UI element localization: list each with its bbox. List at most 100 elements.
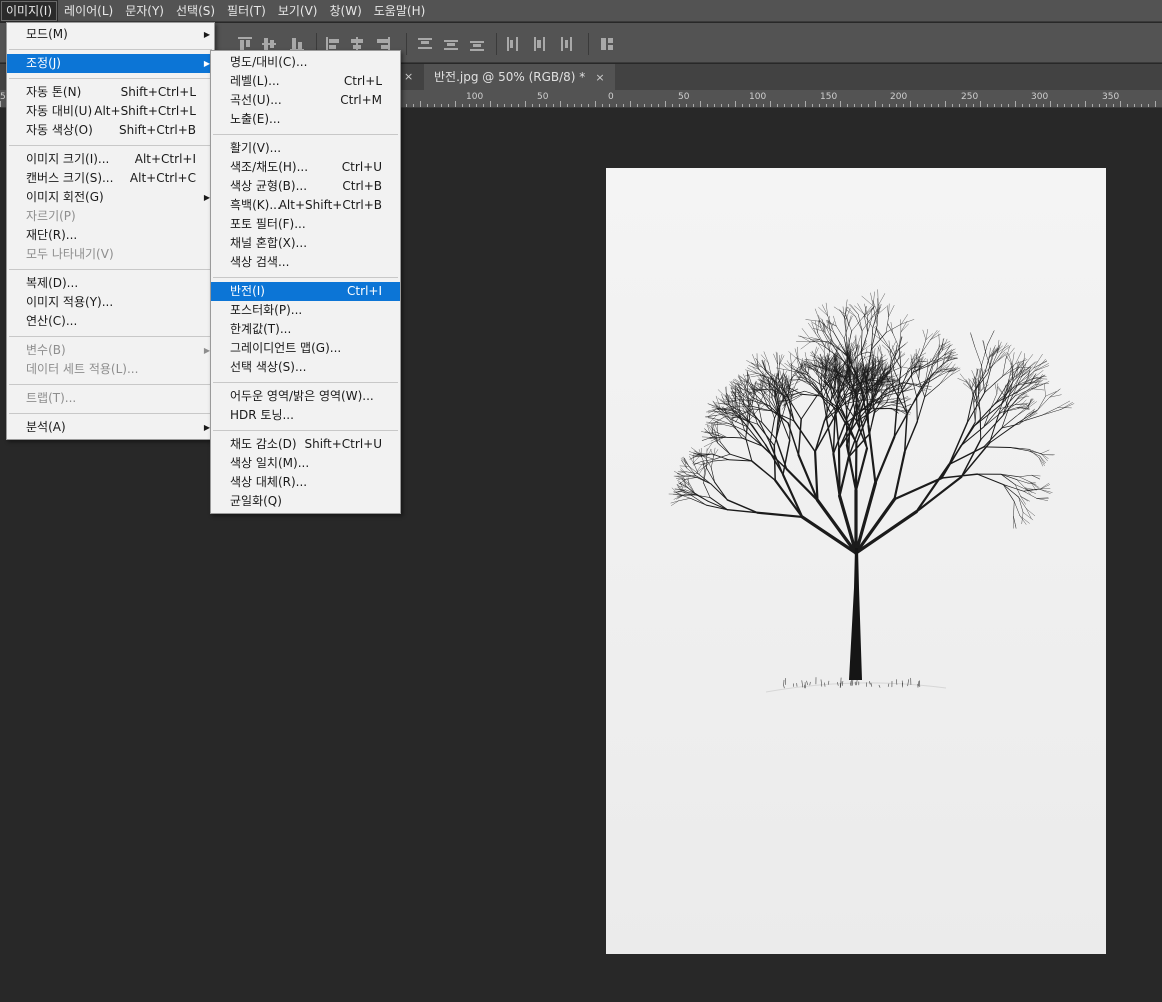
menu-item-analysis[interactable]: 분석(A) ▶ <box>7 418 214 437</box>
distribute-bottom-icon[interactable] <box>470 37 484 51</box>
ruler-tick <box>770 101 771 107</box>
distribute-vcenter-icon[interactable] <box>444 37 458 51</box>
ruler-tick <box>1155 101 1156 107</box>
ruler-tick <box>742 104 743 107</box>
menu-item-calculations[interactable]: 연산(C)... <box>7 312 214 331</box>
distribute-top-icon[interactable] <box>418 37 432 51</box>
ruler-tick <box>980 101 981 107</box>
document-tab-label: 반전.jpg @ 50% (RGB/8) * <box>434 70 586 84</box>
align-right-icon[interactable] <box>376 37 390 51</box>
ruler-tick <box>525 101 526 107</box>
menu-item-levels[interactable]: 레벨(L)... Ctrl+L <box>211 72 400 91</box>
menu-item-threshold[interactable]: 한계값(T)... <box>211 320 400 339</box>
tree-branch <box>773 444 776 482</box>
ruler-tick <box>595 101 596 107</box>
auto-align-icon[interactable] <box>600 37 614 51</box>
align-bottom-icon[interactable] <box>290 37 304 51</box>
ruler-tick <box>413 104 414 107</box>
ruler-label: 200 <box>890 92 908 102</box>
menu-item-shadows-highlights[interactable]: 어두운 영역/밝은 영역(W)... <box>211 387 400 406</box>
ruler-tick <box>1134 104 1135 107</box>
menu-window[interactable]: 창(W) <box>323 0 367 22</box>
ruler-tick <box>504 104 505 107</box>
distribute-left-icon[interactable] <box>506 37 520 51</box>
distribute-right-icon[interactable] <box>558 37 572 51</box>
ruler-tick <box>966 104 967 107</box>
align-left-icon[interactable] <box>326 37 340 51</box>
menu-item-trap: 트랩(T)... <box>26 391 77 405</box>
ruler-tick <box>518 104 519 107</box>
menu-item-duplicate[interactable]: 복제(D)... <box>7 274 214 293</box>
menu-item-hdr-toning[interactable]: HDR 토닝... <box>211 406 400 425</box>
menu-item-posterize[interactable]: 포스터화(P)... <box>211 301 400 320</box>
menu-separator <box>213 134 398 135</box>
menu-image[interactable]: 이미지(I) <box>0 0 59 22</box>
ruler-tick <box>420 101 421 107</box>
menu-item-gradient-map[interactable]: 그레이디언트 맵(G)... <box>211 339 400 358</box>
menu-item-desaturate[interactable]: 채도 감소(D) Shift+Ctrl+U <box>211 435 400 454</box>
ruler-tick <box>686 104 687 107</box>
menu-item-invert[interactable]: 반전(I) Ctrl+I <box>211 282 400 301</box>
menu-item-trim[interactable]: 재단(R)... <box>7 226 214 245</box>
menu-item-image-size[interactable]: 이미지 크기(I)... Alt+Ctrl+I <box>7 150 214 169</box>
document-tab[interactable]: 반전.jpg @ 50% (RGB/8) * × <box>424 64 615 90</box>
ruler-tick <box>749 104 750 107</box>
menu-separator <box>213 382 398 383</box>
tree-in-snow-photo <box>606 168 1106 954</box>
tree-branch <box>916 395 918 423</box>
distribute-hcenter-icon[interactable] <box>532 37 546 51</box>
menu-type[interactable]: 문자(Y) <box>119 0 170 22</box>
menu-item-vibrance[interactable]: 활기(V)... <box>211 139 400 158</box>
menu-item-color-lookup[interactable]: 색상 검색... <box>211 253 400 272</box>
ruler-tick <box>805 101 806 107</box>
menu-item-color-balance[interactable]: 색상 균형(B)... Ctrl+B <box>211 177 400 196</box>
ruler-tick <box>546 104 547 107</box>
menu-item-apply-image[interactable]: 이미지 적용(Y)... <box>7 293 214 312</box>
menu-item-black-white[interactable]: 흑백(K)... Alt+Shift+Ctrl+B <box>211 196 400 215</box>
align-vcenter-icon[interactable] <box>262 37 276 51</box>
menu-item-hue-saturation[interactable]: 색조/채도(H)... Ctrl+U <box>211 158 400 177</box>
menu-item-selective-color[interactable]: 선택 색상(S)... <box>211 358 400 377</box>
ruler-tick <box>455 101 456 107</box>
menu-separator <box>9 384 212 385</box>
menu-item-image-rotation[interactable]: 이미지 회전(G) ▶ <box>7 188 214 207</box>
menu-item-auto-contrast[interactable]: 자동 대비(U) Alt+Shift+Ctrl+L <box>7 102 214 121</box>
menu-item-exposure[interactable]: 노출(E)... <box>211 110 400 129</box>
menu-item-match-color[interactable]: 색상 일치(M)... <box>211 454 400 473</box>
ruler-tick <box>735 101 736 107</box>
ruler-tick <box>777 104 778 107</box>
ruler-tick <box>910 101 911 107</box>
align-top-icon[interactable] <box>238 37 252 51</box>
menu-item-adjustments[interactable]: 조정(J) ▶ <box>7 54 214 73</box>
close-tab-icon[interactable]: × <box>595 71 604 84</box>
ruler-tick <box>1008 104 1009 107</box>
menu-item-mode[interactable]: 모드(M) ▶ <box>7 25 214 44</box>
ruler-tick <box>1029 104 1030 107</box>
close-tab-icon[interactable]: × <box>404 64 413 90</box>
ruler-tick <box>1099 104 1100 107</box>
menu-item-replace-color[interactable]: 색상 대체(R)... <box>211 473 400 492</box>
menu-item-channel-mixer[interactable]: 채널 혼합(X)... <box>211 234 400 253</box>
ruler-tick <box>1015 101 1016 107</box>
ruler-tick <box>462 104 463 107</box>
menu-item-canvas-size[interactable]: 캔버스 크기(S)... Alt+Ctrl+C <box>7 169 214 188</box>
menu-item-curves[interactable]: 곡선(U)... Ctrl+M <box>211 91 400 110</box>
menu-filter[interactable]: 필터(T) <box>221 0 272 22</box>
menu-item-photo-filter[interactable]: 포토 필터(F)... <box>211 215 400 234</box>
ruler-tick <box>476 104 477 107</box>
menu-select[interactable]: 선택(S) <box>170 0 221 22</box>
submenu-arrow-icon: ▶ <box>203 30 210 39</box>
menu-item-auto-tone[interactable]: 자동 톤(N) Shift+Ctrl+L <box>7 83 214 102</box>
menu-item-auto-color[interactable]: 자동 색상(O) Shift+Ctrl+B <box>7 121 214 140</box>
menu-item-brightness-contrast[interactable]: 명도/대비(C)... <box>211 53 400 72</box>
ruler-tick <box>1120 101 1121 107</box>
ruler-tick <box>567 104 568 107</box>
menu-layer[interactable]: 레이어(L) <box>58 0 119 22</box>
menu-view[interactable]: 보기(V) <box>272 0 324 22</box>
align-hcenter-icon[interactable] <box>350 37 364 51</box>
ruler-tick <box>497 104 498 107</box>
menu-help[interactable]: 도움말(H) <box>368 0 432 22</box>
menu-separator <box>9 145 212 146</box>
menu-item-equalize[interactable]: 균일화(Q) <box>211 492 400 511</box>
document-canvas[interactable] <box>606 168 1106 954</box>
